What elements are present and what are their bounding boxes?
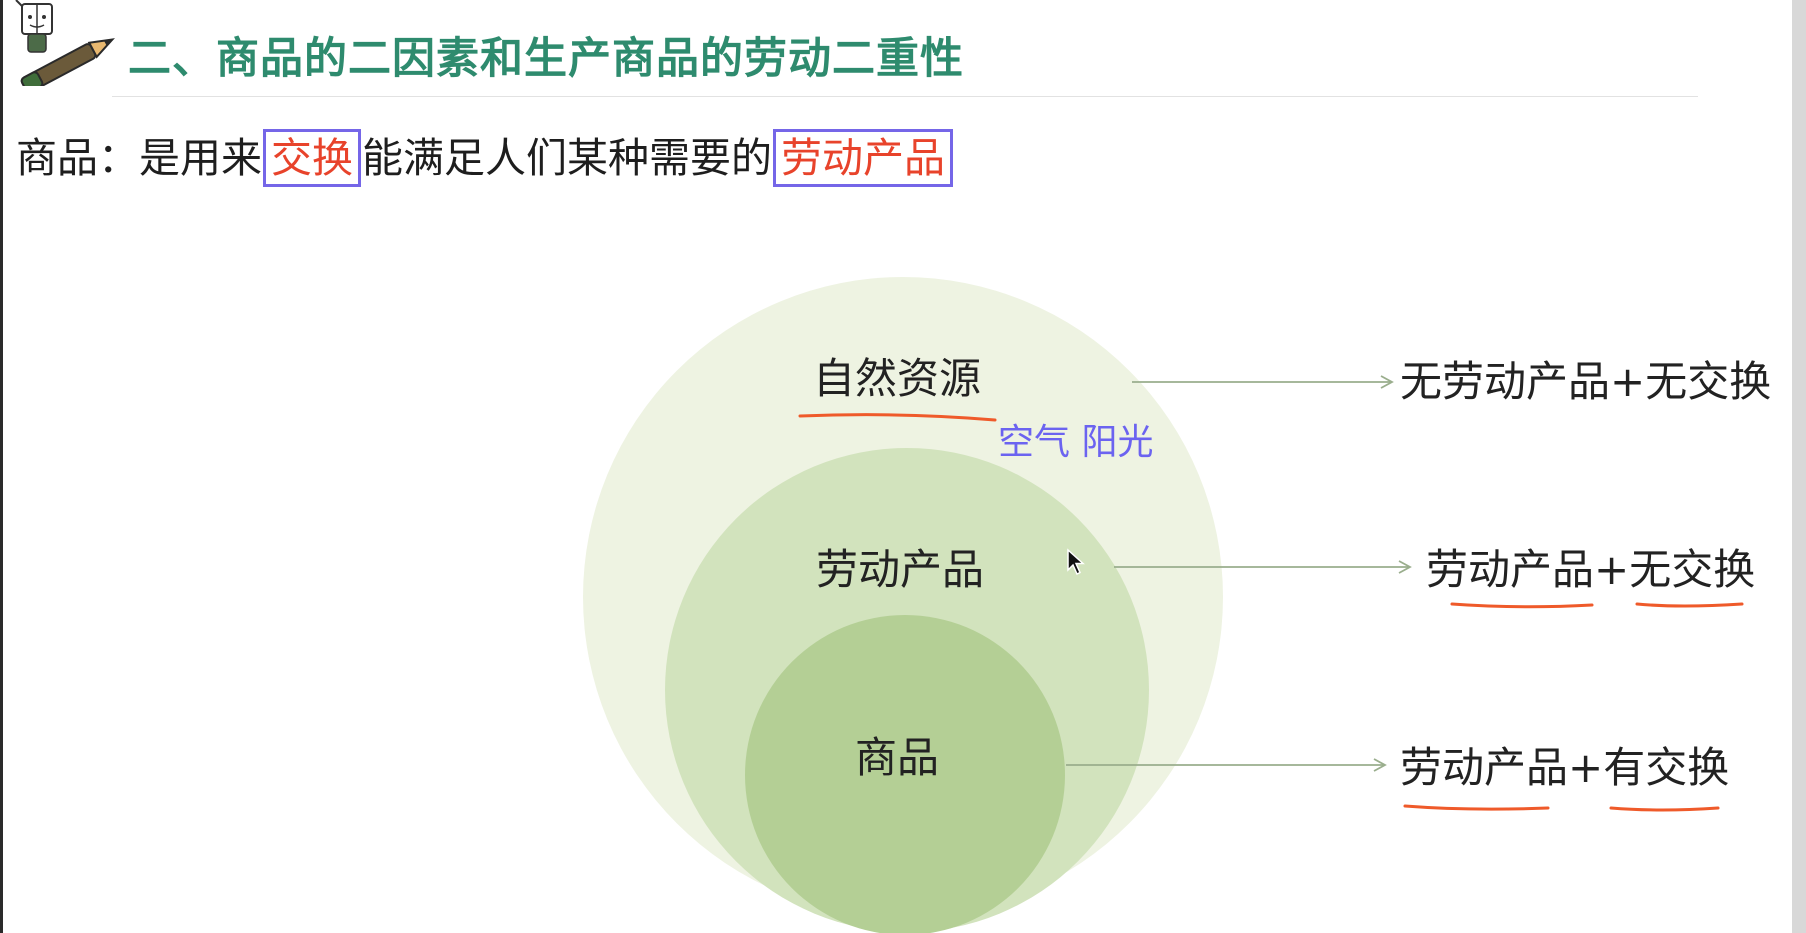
- middle-result: 劳动产品+无交换: [1426, 545, 1755, 594]
- outer-examples: 空气 阳光: [998, 422, 1153, 463]
- outer-result: 无劳动产品+无交换: [1400, 357, 1771, 406]
- middle-result-underline-labor: [1450, 602, 1594, 609]
- inner-result: 劳动产品+有交换: [1400, 743, 1729, 792]
- inner-result-underline-exchange: [1609, 806, 1720, 812]
- middle-circle-label: 劳动产品: [816, 545, 984, 594]
- inner-circle-label: 商品: [855, 733, 939, 782]
- inner-result-underline-labor: [1403, 804, 1550, 811]
- nested-circles-diagram: 自然资源 空气 阳光 劳动产品 商品 无劳动产品+无交换 劳动产品+无交换 劳动…: [583, 277, 1771, 933]
- middle-result-underline-exchange: [1635, 602, 1744, 608]
- mouse-pointer-icon: [1067, 548, 1085, 576]
- outer-circle-label: 自然资源: [813, 354, 981, 403]
